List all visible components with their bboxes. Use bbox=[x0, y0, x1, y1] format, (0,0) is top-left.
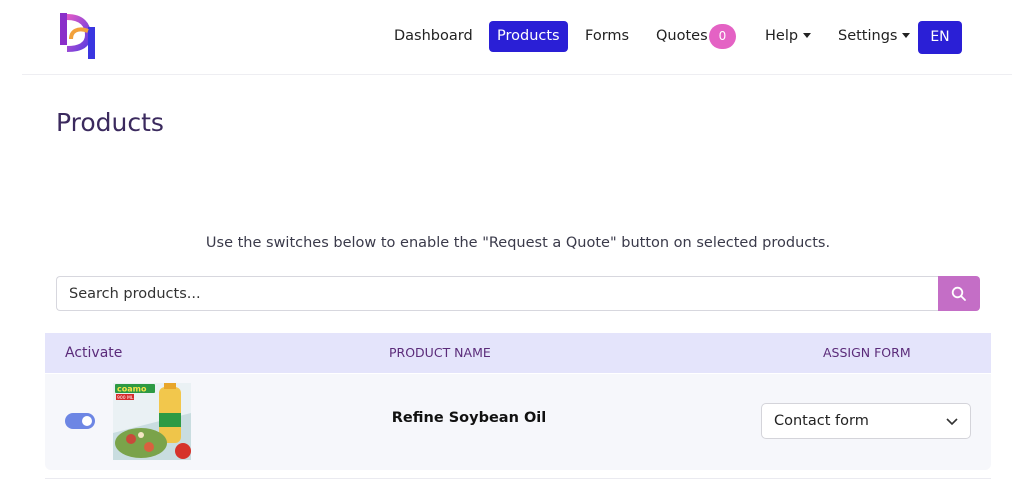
brand-size-text: 900 ML bbox=[117, 395, 134, 401]
nav-settings-label: Settings bbox=[838, 28, 898, 44]
quotes-count-badge: 0 bbox=[709, 24, 736, 49]
instructions-text: Use the switches below to enable the "Re… bbox=[205, 235, 831, 251]
page-title: Products bbox=[56, 108, 164, 137]
nav-help-dropdown[interactable]: Help bbox=[765, 21, 812, 52]
product-thumbnail: coamo 900 ML bbox=[113, 383, 191, 460]
search-input[interactable] bbox=[56, 276, 939, 311]
nav-forms[interactable]: Forms bbox=[585, 21, 629, 52]
navbar: Dashboard Products Forms Quotes 0 Help S… bbox=[0, 0, 1024, 74]
product-name: Refine Soybean Oil bbox=[391, 410, 547, 426]
nav-settings-dropdown[interactable]: Settings bbox=[838, 21, 911, 52]
nav-products[interactable]: Products bbox=[489, 21, 568, 52]
nav-help-label: Help bbox=[765, 28, 799, 44]
column-header-assign-form: ASSIGN FORM bbox=[823, 345, 911, 360]
search-button[interactable] bbox=[938, 276, 980, 311]
table-header: Activate PRODUCT NAME ASSIGN FORM bbox=[45, 333, 991, 373]
table-bottom-divider bbox=[45, 478, 991, 479]
brand-mark-text: coamo bbox=[117, 385, 147, 394]
assign-form-select[interactable]: Contact form bbox=[761, 403, 971, 439]
column-header-activate: Activate bbox=[65, 345, 123, 361]
table-row: coamo 900 ML Refine Soybean Oil Contact … bbox=[45, 374, 991, 470]
language-button[interactable]: EN bbox=[918, 21, 962, 54]
nav-divider bbox=[22, 74, 1012, 75]
nav-quotes[interactable]: Quotes bbox=[656, 21, 708, 52]
activate-toggle[interactable] bbox=[65, 413, 95, 429]
toggle-knob bbox=[82, 416, 92, 426]
caret-down-icon bbox=[902, 32, 911, 38]
chevron-down-icon bbox=[946, 418, 958, 426]
nav-dashboard[interactable]: Dashboard bbox=[394, 21, 473, 52]
column-header-product-name: PRODUCT NAME bbox=[389, 345, 491, 360]
brand-logo[interactable] bbox=[58, 13, 98, 59]
caret-down-icon bbox=[803, 32, 812, 38]
search-icon bbox=[951, 286, 966, 301]
assign-form-value: Contact form bbox=[774, 413, 869, 429]
